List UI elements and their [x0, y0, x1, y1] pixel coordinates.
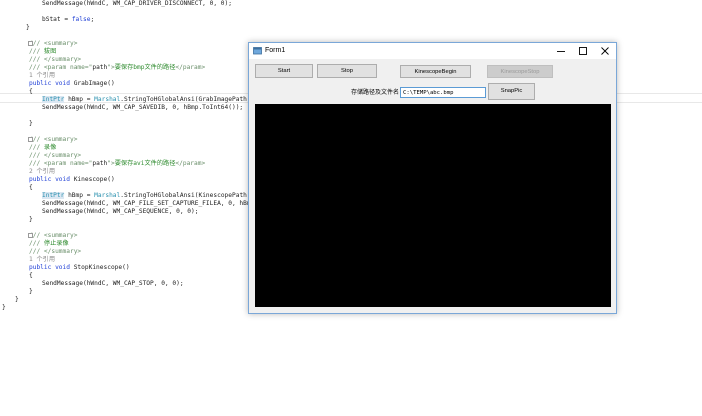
- code-line-31: SendMessage(hWndC, WM_CAP_STOP, 0, 0);: [42, 280, 184, 287]
- close-icon: [601, 47, 609, 55]
- code-line-8: 1 个引用: [29, 72, 56, 79]
- close-button[interactable]: [594, 43, 616, 59]
- maximize-button[interactable]: [572, 43, 594, 59]
- code-line-4: /// <summary>: [29, 40, 78, 47]
- kinescope-stop-button[interactable]: KinescopeStop: [487, 65, 553, 78]
- code-line-17: /// <param name="path">要保存avi文件的路径</para…: [29, 160, 206, 167]
- code-line-7: /// <param name="path">要保存bmp文件的路径</para…: [29, 64, 206, 71]
- code-line-34: }: [2, 304, 6, 311]
- code-line-28: 1 个引用: [29, 256, 56, 263]
- code-line-18: 2 个引用: [29, 168, 56, 175]
- code-line-1: SendMessage(hWndC, WM_CAP_DRIVER_DISCONN…: [42, 0, 232, 7]
- stop-button[interactable]: Stop: [317, 64, 377, 78]
- collapse-toggle-icon[interactable]: [28, 233, 33, 238]
- snap-pic-button[interactable]: SnapPic: [488, 83, 535, 100]
- code-line-3: }: [26, 24, 30, 31]
- code-line-15: /// 录像: [29, 144, 57, 151]
- code-line-9: public void GrabImage(): [29, 80, 115, 87]
- minimize-icon: [557, 51, 565, 52]
- code-line-21: IntPtr hBmp = Marshal.StringToHGlobalAns…: [42, 192, 255, 199]
- code-line-14: /// <summary>: [29, 136, 78, 143]
- code-line-32: }: [29, 288, 33, 295]
- code-line-23: SendMessage(hWndC, WM_CAP_SEQUENCE, 0, 0…: [42, 208, 199, 215]
- maximize-icon: [579, 47, 587, 55]
- code-line-5: /// 拔图: [29, 48, 57, 55]
- code-line-22: SendMessage(hWndC, WM_CAP_FILE_SET_CAPTU…: [42, 200, 259, 207]
- code-line-6: /// </summary>: [29, 56, 82, 63]
- code-line-16: /// </summary>: [29, 152, 82, 159]
- form1-window[interactable]: Form1 Start Stop KinescopeBegin Kinescop…: [248, 42, 617, 314]
- code-line-26: /// 停止录像: [29, 240, 69, 247]
- code-line-12: SendMessage(hWndC, WM_CAP_SAVEDIB, 0, hB…: [42, 104, 244, 111]
- save-path-input[interactable]: [400, 87, 486, 98]
- video-preview: [255, 104, 611, 307]
- start-button[interactable]: Start: [255, 64, 313, 78]
- app-icon: [253, 47, 262, 55]
- collapse-toggle-icon[interactable]: [28, 41, 33, 46]
- title-bar[interactable]: Form1: [249, 43, 616, 59]
- code-line-20: {: [29, 184, 33, 191]
- save-path-label: 存储路径及文件名: [350, 90, 399, 96]
- code-line-27: /// </summary>: [29, 248, 82, 255]
- minimize-button[interactable]: [550, 43, 572, 59]
- code-line-13: }: [29, 120, 33, 127]
- collapse-toggle-icon[interactable]: [28, 137, 33, 142]
- code-line-24: }: [29, 216, 33, 223]
- window-title: Form1: [265, 47, 286, 54]
- code-line-19: public void Kinescope(): [29, 176, 115, 183]
- code-line-33: }: [15, 296, 19, 303]
- kinescope-begin-button[interactable]: KinescopeBegin: [400, 65, 471, 78]
- code-line-25: /// <summary>: [29, 232, 78, 239]
- code-line-10: {: [29, 88, 33, 95]
- code-line-2: bStat = false;: [42, 16, 95, 23]
- code-line-29: public void StopKinescope(): [29, 264, 130, 271]
- code-line-30: {: [29, 272, 33, 279]
- code-line-11: IntPtr hBmp = Marshal.StringToHGlobalAns…: [42, 96, 255, 103]
